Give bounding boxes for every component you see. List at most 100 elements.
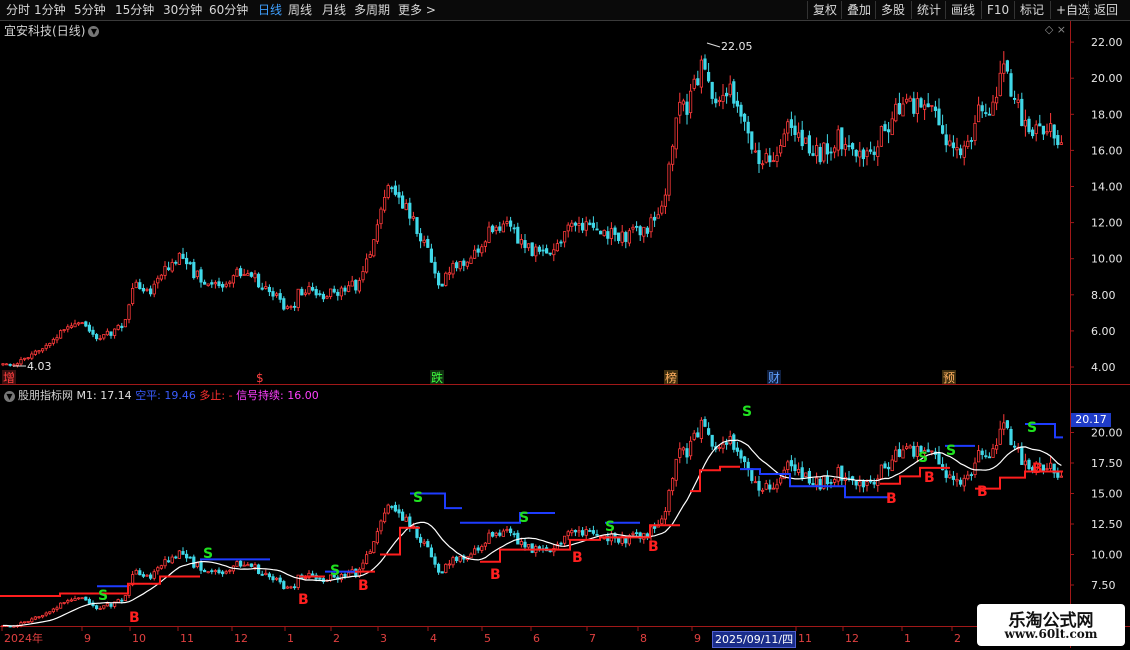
main-candle-body [991, 101, 995, 116]
main-axis-label: 6.00 [1091, 325, 1116, 338]
main-candle-body [33, 350, 38, 355]
main-candle-body [487, 226, 491, 243]
main-candle-body [599, 230, 603, 235]
sub-candle-body [285, 586, 290, 589]
main-candle-body [753, 150, 758, 153]
sub-candle-body [753, 481, 758, 484]
main-candle-body [545, 248, 549, 254]
sub-candle-body [696, 432, 700, 438]
main-candle-body [671, 145, 675, 165]
main-candle-body [743, 113, 747, 122]
sub-axis-label: 10.00 [1091, 549, 1123, 562]
main-candle-body [458, 261, 462, 270]
main-candle-body [948, 140, 952, 146]
main-candle-body [386, 185, 390, 198]
sub-candle-body [725, 442, 729, 445]
sub-candle-body [879, 464, 884, 479]
main-axis-label: 10.00 [1091, 253, 1123, 266]
main-candle-body [807, 135, 812, 154]
main-candle-body [138, 282, 142, 290]
main-candle-body [1034, 124, 1038, 134]
sub-candle-body [274, 577, 279, 580]
main-candle-body [159, 274, 163, 280]
sub-candle-body [469, 553, 473, 559]
sub-candle-body [775, 484, 779, 490]
sub-candle-body [527, 544, 531, 548]
sub-candle-body [343, 573, 347, 577]
sub-candle-body [476, 547, 480, 551]
kline-chart[interactable]: 22.0020.0018.0016.0014.0012.0010.008.006… [0, 0, 1130, 650]
main-axis-label: 20.00 [1091, 72, 1123, 85]
main-candle-body [95, 334, 99, 340]
sub-candle-body [1013, 445, 1017, 448]
time-axis-label: 8 [640, 632, 647, 645]
main-candle-body [858, 150, 862, 158]
main-candle-body [260, 287, 264, 290]
main-candle-body [714, 98, 718, 104]
main-candle-body [307, 286, 311, 294]
main-candle-body [951, 142, 956, 149]
main-candle-body [732, 81, 736, 104]
sub-candle-body [228, 569, 232, 572]
main-candle-body [130, 288, 135, 304]
main-candle-body [707, 71, 711, 82]
sub-candle-body [512, 533, 516, 536]
main-candle-body [253, 273, 257, 279]
main-candle-body [451, 262, 455, 275]
sub-candle-body [44, 612, 48, 616]
sub-candle-body [98, 608, 102, 610]
sub-candle-body [678, 448, 682, 458]
main-candle-body [199, 269, 203, 283]
sub-candle-body [292, 586, 297, 589]
main-candle-body [494, 226, 498, 231]
low-annotation: 4.03 [27, 360, 52, 373]
sub-candle-body [433, 556, 437, 565]
sell-signal: S [1027, 420, 1037, 436]
sub-candle-body [710, 434, 714, 447]
main-candle-body [408, 202, 412, 219]
main-candle-body [883, 124, 887, 132]
sub-candle-body [206, 571, 210, 574]
main-candle-body [444, 272, 448, 286]
sub-candle-body [530, 543, 534, 553]
main-candle-body [966, 140, 970, 148]
buy-signal: B [977, 484, 988, 500]
main-candle-body [761, 163, 765, 166]
sub-candle-body [897, 449, 902, 457]
sub-candle-body [120, 599, 124, 602]
main-candle-body [721, 94, 725, 102]
main-candle-body [177, 252, 181, 265]
sub-candle-body [382, 512, 387, 523]
sub-candle-body [267, 573, 272, 578]
main-candle-body [703, 58, 707, 70]
main-candle-body [55, 337, 59, 341]
main-candle-body [343, 287, 347, 292]
sub-candle-body [887, 466, 891, 470]
main-candle-body [786, 121, 790, 134]
main-candle-body [613, 227, 617, 235]
main-candle-body [152, 283, 156, 295]
sub-candle-body [858, 481, 862, 487]
main-candle-body [869, 149, 873, 152]
main-candle-body [833, 147, 837, 153]
sub-candle-body [883, 463, 887, 469]
time-axis-label: 4 [430, 632, 437, 645]
main-candle-body [393, 185, 398, 195]
main-axis-label: 4.00 [1091, 361, 1116, 374]
main-candle-body [1056, 135, 1060, 146]
main-candle-body [382, 197, 387, 211]
sub-candle-body [192, 556, 196, 568]
time-axis-label: 2 [333, 632, 340, 645]
main-candle-body [685, 101, 689, 115]
sub-candle-body [984, 455, 988, 458]
main-candle-body [328, 288, 333, 297]
main-candle-body [519, 239, 524, 245]
sub-candle-body [220, 571, 225, 575]
time-axis-label: 9 [84, 632, 91, 645]
time-axis-label: 2 [954, 632, 961, 645]
main-candle-body [800, 129, 804, 147]
sub-candle-body [454, 556, 459, 562]
main-candle-body [1, 363, 5, 366]
sub-candle-body [973, 462, 977, 475]
main-candle-body [995, 96, 999, 104]
